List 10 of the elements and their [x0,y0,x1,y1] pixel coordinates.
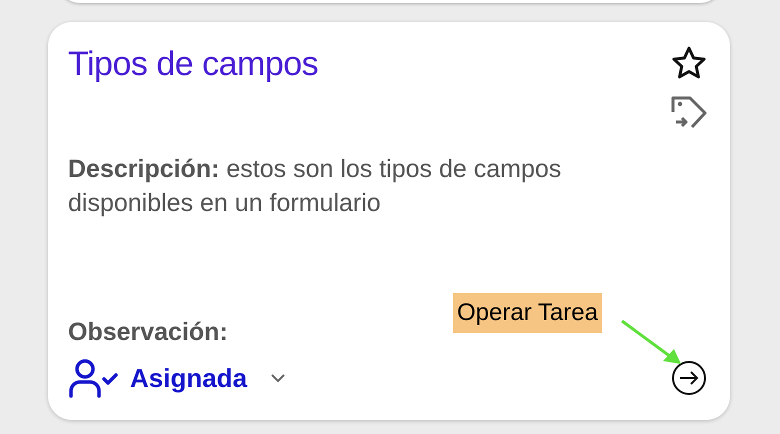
description-text: Descripción: estos son los tipos de campos disponibles en un formulario [68,154,562,219]
status-dropdown[interactable]: Asignada [68,358,288,398]
observation-label: Observación: [68,317,228,348]
annotation-arrow [619,318,683,366]
annotation-label: Operar Tarea [453,293,602,333]
chevron-down-icon [269,372,288,384]
user-check-icon [68,358,118,398]
arrow-right-circle-icon[interactable] [671,360,707,396]
card-title: Tipos de campos [68,44,318,85]
star-icon[interactable] [671,46,707,80]
